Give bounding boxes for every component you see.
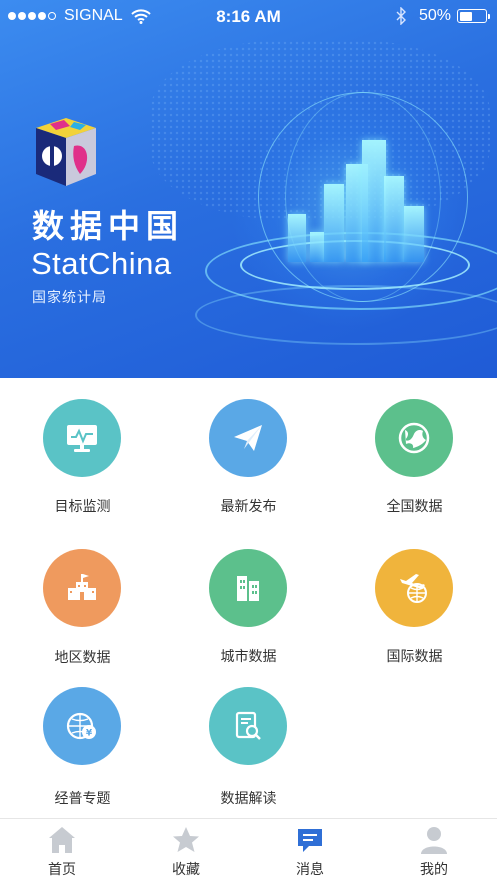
battery-icon [457,9,490,23]
home-icon [49,827,75,853]
menu-icon-circle [209,687,287,765]
menu-label: 目标监测 [54,499,111,515]
battery-fill [459,11,472,21]
menu-item-national-data[interactable]: 全国数据 [332,378,497,528]
menu-item-regional-data[interactable]: 地区数据 [0,529,165,679]
bluetooth-icon [396,7,406,25]
message-icon [298,829,322,852]
battery-percent: 50% [418,7,451,24]
menu-label: 最新发布 [220,499,277,515]
city-buildings-icon [237,576,259,601]
user-icon [421,827,447,854]
tab-label: 我的 [420,862,448,878]
tab-label: 消息 [296,862,324,878]
menu-item-international-data[interactable]: 国际数据 [332,529,497,679]
menu-item-city-data[interactable]: 城市数据 [166,529,331,679]
tab-home[interactable]: 首页 [0,819,124,883]
paper-plane-icon [234,425,262,451]
brand-title-cn: 数据中国 [32,207,185,245]
tab-label: 首页 [48,862,76,878]
globe-currency-icon: ¥ [66,712,96,740]
menu-icon-circle [43,399,121,477]
airplane-globe-icon [400,574,427,603]
brand-subtitle: 国家统计局 [32,290,107,306]
bottom-tab-bar: 首页 收藏 消息 我的 [0,818,497,883]
document-search-icon [235,711,261,740]
menu-icon-circle [375,399,453,477]
status-bar: SIGNAL 8:16 AM 50% [0,0,497,34]
menu-item-data-interpretation[interactable]: 数据解读 [166,679,331,829]
brand-title-en: StatChina [31,246,172,281]
svg-text:¥: ¥ [86,729,93,739]
hero-banner: 数据中国 StatChina 国家统计局 [0,0,497,378]
tab-favorites[interactable]: 收藏 [124,819,248,883]
skyline-bars [288,140,438,262]
menu-icon-circle: ¥ [43,687,121,765]
menu-icon-circle [43,549,121,627]
menu-label: 城市数据 [220,649,277,665]
menu-icon-circle [375,549,453,627]
feature-grid: 目标监测 最新发布 全国数据 地区数据 城市数据 国际数据 ¥ 经普专题 数据解… [0,378,497,818]
tab-messages[interactable]: 消息 [248,819,372,883]
globe-icon [398,422,430,454]
building-government-icon [68,574,96,600]
star-icon [173,827,199,852]
menu-icon-circle [209,549,287,627]
monitor-chart-icon [67,425,97,452]
menu-label: 国际数据 [386,649,443,665]
menu-item-economic-census[interactable]: ¥ 经普专题 [0,679,165,829]
tab-label: 收藏 [172,862,200,878]
menu-item-latest-release[interactable]: 最新发布 [166,378,331,528]
menu-label: 地区数据 [54,650,111,666]
menu-item-target-monitoring[interactable]: 目标监测 [0,378,165,528]
menu-label: 全国数据 [386,499,443,515]
menu-label: 数据解读 [220,791,277,807]
platform-ring-base [195,285,497,345]
tab-profile[interactable]: 我的 [372,819,496,883]
menu-icon-circle [209,399,287,477]
menu-label: 经普专题 [54,791,111,807]
statchina-logo [36,118,96,186]
